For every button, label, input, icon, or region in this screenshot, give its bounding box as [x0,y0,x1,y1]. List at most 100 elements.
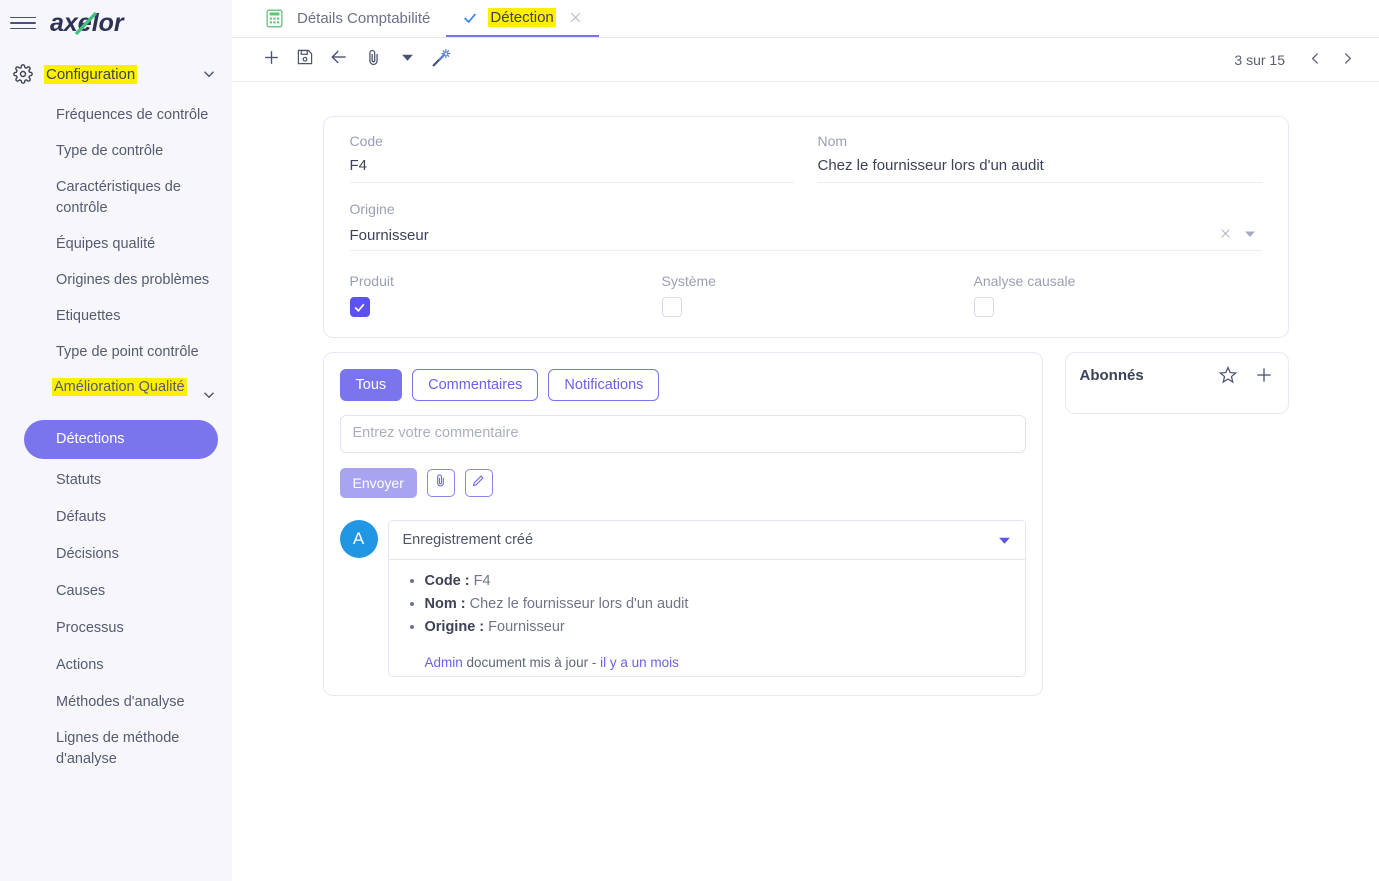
sidebar-item-causes[interactable]: Causes [0,573,232,610]
main-area: Détails Comptabilité Détection 3 sur 15 … [232,0,1379,881]
sidebar-item-processus[interactable]: Processus [0,610,232,647]
sidebar-item-decisions[interactable]: Décisions [0,536,232,573]
sidebar-item-etiquettes[interactable]: Etiquettes [0,298,232,335]
sidebar-item-equipes-qualite[interactable]: Équipes qualité [0,226,232,263]
pagination-prev-button[interactable] [1299,45,1331,75]
pagination-next-button[interactable] [1331,45,1363,75]
pencil-icon [471,473,486,493]
sidebar-item-defauts[interactable]: Défauts [0,499,232,536]
sidebar-item-type-de-point-controle[interactable]: Type de point contrôle [0,335,232,370]
message-field-label: Nom : [424,596,466,612]
caret-down-icon[interactable] [1238,228,1262,244]
field-produit: Produit [338,273,650,317]
new-record-button[interactable] [254,45,288,75]
message-author-link[interactable]: Admin [425,655,463,670]
message-filter-tabs: Tous Commentaires Notifications [339,369,1026,401]
tab-details-comptabilite[interactable]: Détails Comptabilité [250,0,446,37]
message-item: A Enregistrement créé • Code: F4 • Nom … [339,520,1026,677]
comment-actions: Envoyer [339,468,1026,498]
chevron-down-icon[interactable] [200,377,218,404]
field-systeme-label: Système [661,273,716,289]
tab-label: Détection [488,8,556,27]
nom-input[interactable]: Chez le fournisseur lors d'un audit [817,157,1262,183]
systeme-checkbox[interactable] [661,297,682,317]
send-button[interactable]: Envoyer [339,468,417,498]
form-row-checkboxes: Produit Système Analyse causale [338,273,1274,317]
tab-notifications[interactable]: Notifications [548,369,660,401]
plus-icon[interactable] [1254,365,1274,385]
save-icon [296,48,314,71]
sidebar-item-statuts[interactable]: Statuts [0,462,232,499]
chevron-left-icon [1307,50,1324,70]
subscribers-panel: Abonnés [1064,352,1289,414]
tab-label: Détails Comptabilité [297,10,431,27]
sidebar-item-detections[interactable]: Détections [24,420,218,459]
field-origine-label: Origine [349,201,395,217]
message-field-nom: Nom : Chez le fournisseur lors d'un audi… [425,593,1011,616]
sidebar-item-lignes-de-methode-danalyse[interactable]: Lignes de méthode d'analyse [0,721,232,777]
field-nom: Nom Chez le fournisseur lors d'un audit [806,133,1274,183]
close-icon[interactable] [568,10,583,25]
arrow-left-icon [329,47,349,72]
tab-tous[interactable]: Tous [339,369,403,401]
chevron-down-icon[interactable] [200,65,218,83]
caret-down-icon[interactable] [998,534,1011,547]
field-code: Code F4 [338,133,806,183]
sidebar-configuration-items: Fréquences de contrôle Type de contrôle … [0,92,232,370]
message-time-link[interactable]: il y a un mois [600,655,679,670]
message-footer: Admin document mis à jour - il y a un mo… [389,651,1025,676]
sidebar-group-amelioration-qualite[interactable]: Amélioration Qualité [0,370,232,411]
sidebar-item-caracteristiques-de-controle[interactable]: Caractéristiques de contrôle [0,170,232,226]
sidebar-item-type-de-controle[interactable]: Type de contrôle [0,133,232,170]
message-field-value: Chez le fournisseur lors d'un audit [469,596,689,612]
sidebar-item-configuration[interactable]: Configuration [0,56,232,92]
produit-checkbox[interactable] [349,297,370,317]
tab-commentaires[interactable]: Commentaires [412,369,539,401]
tab-detection[interactable]: Détection [446,0,599,37]
sidebar-item-frequences-de-controle[interactable]: Fréquences de contrôle [0,98,232,133]
sidebar-item-actions[interactable]: Actions [0,647,232,684]
origine-select[interactable]: Fournisseur [349,225,1262,251]
sidebar-item-origines-des-problemes[interactable]: Origines des problèmes [0,263,232,298]
attachment-button[interactable] [356,45,390,75]
lower-area: Tous Commentaires Notifications Envoyer [322,352,1289,696]
form-row-code-nom: Code F4 Nom Chez le fournisseur lors d'u… [338,133,1274,183]
sidebar-item-methodes-danalyse[interactable]: Méthodes d'analyse [0,684,232,721]
save-button[interactable] [288,45,322,75]
pagination: 3 sur 15 [1234,45,1363,75]
messages-panel: Tous Commentaires Notifications Envoyer [322,352,1043,696]
star-icon[interactable] [1218,365,1238,385]
message-fields: Code : F4 Nom : Chez le fournisseur lors… [389,560,1025,651]
magic-button[interactable] [424,45,458,75]
subscribers-actions [1218,365,1274,385]
message-header: Enregistrement créé [388,521,1025,560]
toolbar: 3 sur 15 [232,38,1379,82]
back-button[interactable] [322,45,356,75]
field-code-label: Code [349,133,383,149]
subscribers-title: Abonnés [1079,366,1144,384]
field-produit-label: Produit [349,273,394,289]
avatar: A [339,520,378,558]
code-input[interactable]: F4 [349,157,794,183]
message-field-value: Fournisseur [488,619,565,635]
field-analyse-causale: Analyse causale [962,273,1274,317]
field-origine: Origine Fournisseur [338,201,1274,251]
paperclip-icon [433,473,448,493]
sidebar-top: axelor [0,0,232,46]
comment-input[interactable] [339,415,1026,453]
plus-icon [262,48,281,72]
analyse-causale-checkbox[interactable] [973,297,994,317]
field-nom-label: Nom [817,133,848,149]
close-icon[interactable] [1213,227,1238,244]
content-area: Code F4 Nom Chez le fournisseur lors d'u… [232,82,1379,696]
app-root: axelor Configuration Fréquences de contr… [0,0,1379,881]
more-actions-button[interactable] [390,45,424,75]
edit-comment-button[interactable] [464,469,493,497]
attach-comment-button[interactable] [426,469,455,497]
axelor-logo[interactable]: axelor [50,6,156,40]
sidebar-group-label: Amélioration Qualité [52,378,187,396]
message-title: Enregistrement créé [402,532,534,548]
hamburger-menu-icon[interactable] [10,10,36,36]
message-field-code: Code : F4 [425,570,1011,593]
sidebar: axelor Configuration Fréquences de contr… [0,0,232,881]
